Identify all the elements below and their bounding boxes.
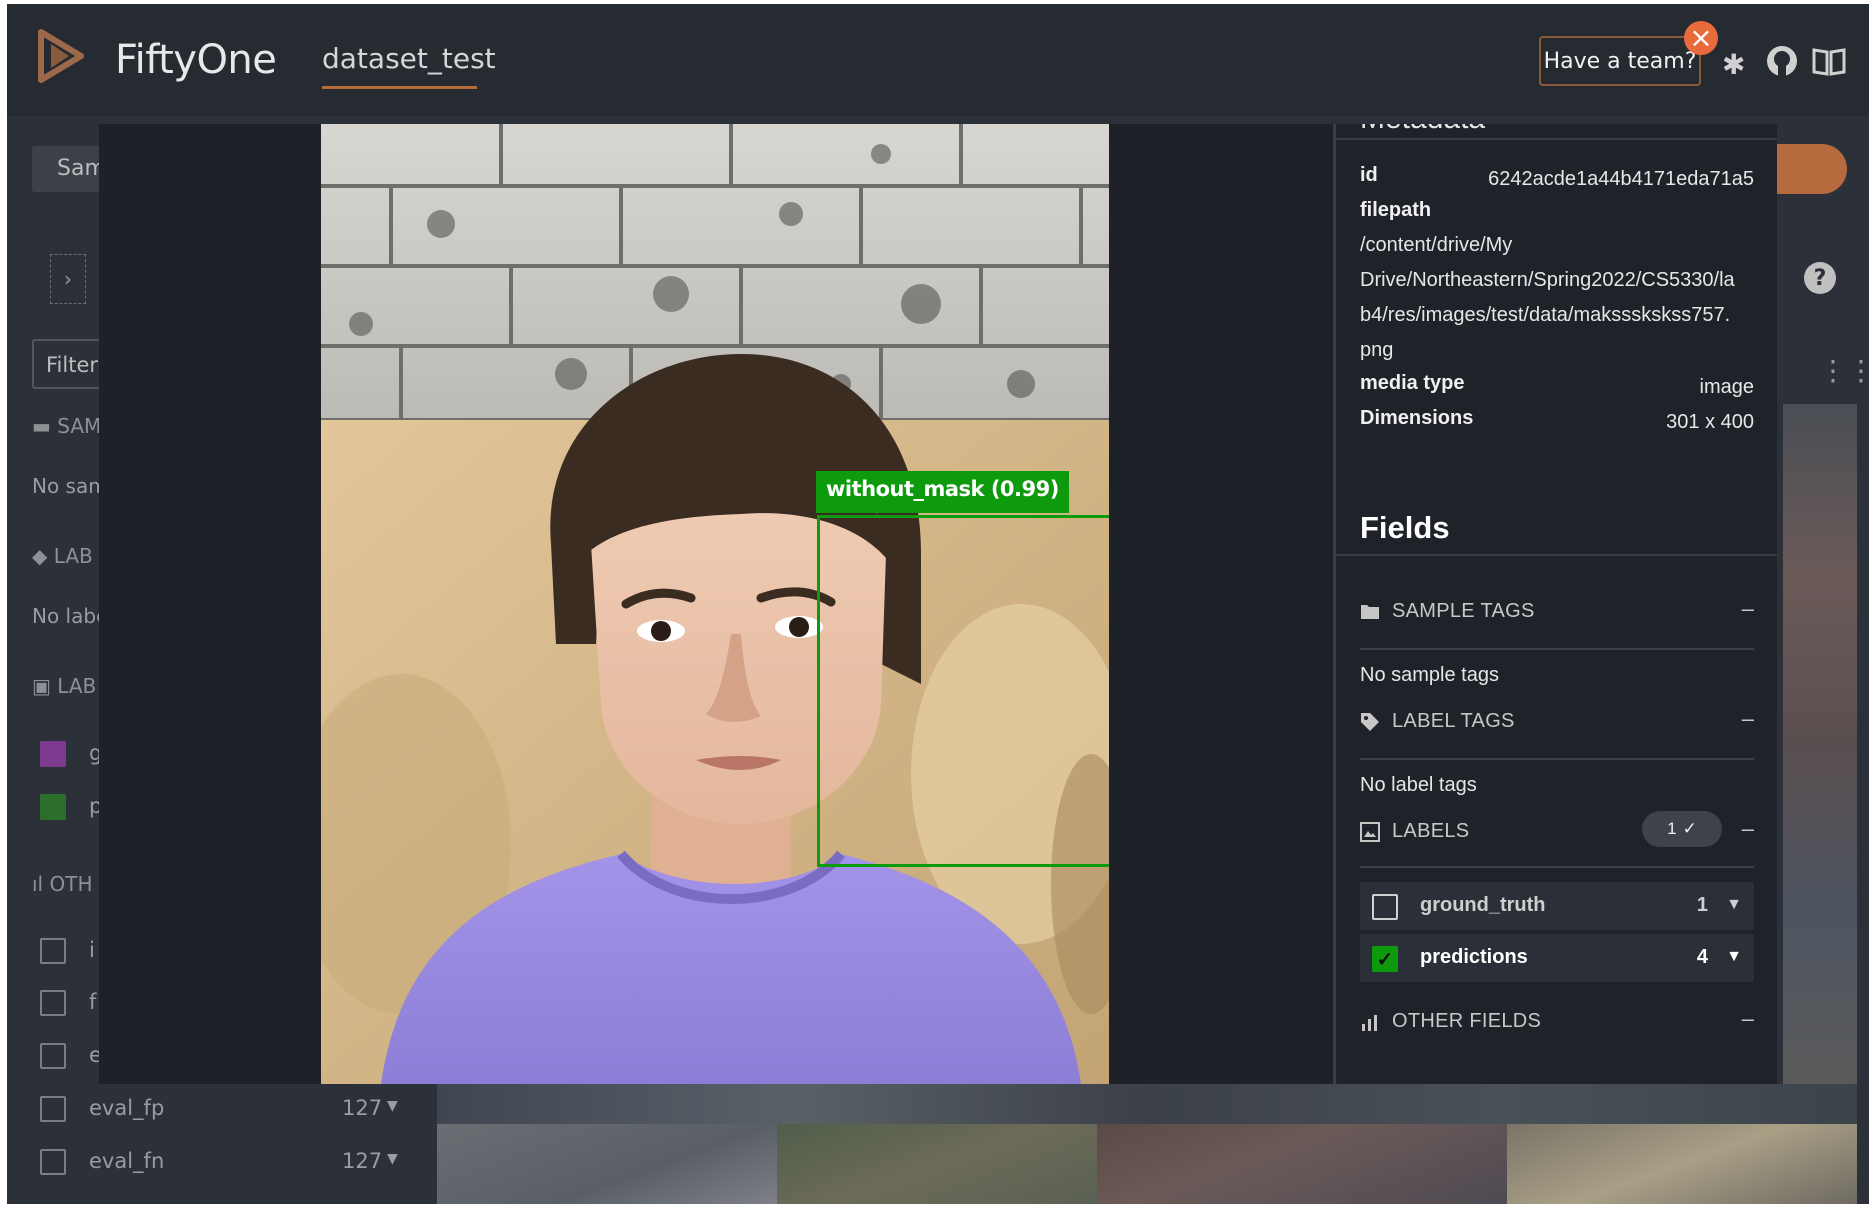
tag-icon <box>1360 712 1382 734</box>
sidebar-labels-head: ▣ LAB <box>32 674 97 698</box>
collapse-icon[interactable]: – <box>1742 816 1754 842</box>
filepath-line[interactable]: png <box>1360 339 1393 362</box>
metadata-key: id <box>1360 164 1378 186</box>
metadata-value[interactable]: image <box>1700 376 1754 399</box>
sidebar-field-label: eval_fp <box>89 1096 165 1120</box>
sidebar-label-tags-head: ◆ LAB <box>32 544 93 568</box>
other-fields-section-head[interactable]: OTHER FIELDS – <box>1360 1004 1754 1044</box>
metadata-key: media type <box>1360 372 1465 394</box>
chevron-down-icon[interactable]: ▼ <box>387 1151 398 1167</box>
sidebar-other-head: ıl OTH <box>32 872 93 896</box>
image-viewer[interactable]: without_mask (0.99) <box>99 124 1333 1084</box>
tag-folder-icon <box>1360 602 1382 624</box>
no-sample-tags-text: No sample tags <box>1360 664 1499 686</box>
thumbnail[interactable] <box>777 1124 1097 1204</box>
chevron-down-icon[interactable]: ▼ <box>1726 896 1742 914</box>
sidebar-no-sample-tags: No sam <box>32 474 108 498</box>
sidebar-field-label: f <box>89 990 97 1014</box>
label-field-count: 4 <box>1696 946 1708 968</box>
section-divider <box>1360 648 1754 650</box>
tag-folder-icon: ▬ <box>32 414 51 438</box>
divider <box>1336 138 1777 140</box>
labels-icon: ▣ <box>32 674 51 698</box>
label-field-row-ground-truth[interactable]: ground_truth 1 ▼ <box>1360 882 1754 930</box>
chevron-down-icon[interactable]: ▼ <box>1726 948 1742 966</box>
no-label-tags-text: No label tags <box>1360 774 1477 796</box>
label-field-name: ground_truth <box>1420 894 1546 916</box>
sidebar-toggle-chevron-icon[interactable]: › <box>50 254 86 304</box>
divider <box>1336 554 1777 556</box>
thumbnail[interactable] <box>437 1124 777 1204</box>
sample-tags-section-head[interactable]: SAMPLE TAGS – <box>1360 594 1754 634</box>
section-divider <box>1360 758 1754 760</box>
sidebar-field-label: eval_fn <box>89 1149 165 1173</box>
help-icon[interactable]: ? <box>1804 262 1836 294</box>
thumbnail[interactable] <box>1507 1124 1857 1204</box>
predictions-checkbox[interactable]: ✓ <box>1372 946 1398 972</box>
detection-label[interactable]: without_mask (0.99) <box>816 471 1069 513</box>
sidebar-ground-truth-checkbox[interactable] <box>40 741 66 767</box>
chevron-down-icon[interactable]: ▼ <box>387 1098 398 1114</box>
thumbnail-column[interactable] <box>1783 404 1857 1084</box>
dataset-name[interactable]: dataset_test <box>322 42 496 75</box>
fiftyone-logo-icon <box>38 29 84 83</box>
sample-image[interactable]: without_mask (0.99) <box>321 124 1109 1084</box>
filepath-line[interactable]: /content/drive/My <box>1360 234 1512 257</box>
close-icon[interactable]: × <box>1684 21 1718 55</box>
sample-modal: without_mask (0.99) Metadata id 6242acde… <box>99 124 1777 1084</box>
section-title: LABEL TAGS <box>1392 710 1515 732</box>
section-title: OTHER FIELDS <box>1392 1010 1542 1032</box>
dataset-underline <box>322 86 477 89</box>
bar-chart-icon: ıl <box>32 872 44 896</box>
filepath-line[interactable]: Drive/Northeastern/Spring2022/CS5330/la <box>1360 269 1735 292</box>
sidebar-field-count: 127 <box>342 1149 383 1173</box>
top-header: FiftyOne dataset_test Have a team? × ✱ <box>7 4 1869 116</box>
label-field-count: 1 <box>1696 894 1708 916</box>
detection-bounding-box[interactable] <box>817 515 1109 867</box>
sidebar-eval-fp-checkbox[interactable] <box>40 1096 66 1122</box>
labels-icon <box>1360 822 1382 844</box>
label-field-name: predictions <box>1420 946 1528 968</box>
sidebar-predictions-checkbox[interactable] <box>40 794 66 820</box>
sidebar-field-label: i <box>89 938 95 962</box>
section-title: LABELS <box>1392 820 1470 842</box>
filepath-line[interactable]: b4/res/images/test/data/makssskskss757. <box>1360 304 1730 327</box>
bar-chart-icon <box>1360 1012 1382 1034</box>
check-icon: ✓ <box>1682 819 1697 838</box>
labels-selected-count: 1 <box>1667 819 1677 838</box>
sidebar-field-checkbox[interactable] <box>40 990 66 1016</box>
slack-icon[interactable]: ✱ <box>1722 48 1745 81</box>
sidebar-no-label-tags: No labe <box>32 604 109 628</box>
thumbnail[interactable] <box>1097 1124 1507 1204</box>
metadata-value[interactable]: 301 x 400 <box>1666 411 1754 434</box>
metadata-key: filepath <box>1360 199 1432 221</box>
collapse-icon[interactable]: – <box>1742 1006 1754 1032</box>
labels-section-head[interactable]: LABELS 1 ✓ – <box>1360 811 1754 854</box>
sidebar-field-checkbox[interactable] <box>40 938 66 964</box>
sample-sidebar-panel[interactable]: Metadata id 6242acde1a44b4171eda71a5 fil… <box>1333 124 1777 1084</box>
tag-icon: ◆ <box>32 544 48 568</box>
section-divider <box>1360 866 1754 868</box>
brand-name[interactable]: FiftyOne <box>115 37 277 83</box>
sidebar-sample-tags-head: ▬ SAM <box>32 414 102 438</box>
ground-truth-checkbox[interactable] <box>1372 894 1398 920</box>
metadata-key: Dimensions <box>1360 407 1474 429</box>
labels-selected-pill[interactable]: 1 ✓ <box>1642 811 1722 847</box>
have-a-team-button[interactable]: Have a team? <box>1539 36 1701 86</box>
metadata-value[interactable]: 6242acde1a44b4171eda71a5 <box>1488 168 1754 191</box>
section-title: SAMPLE TAGS <box>1392 600 1535 622</box>
sidebar-field-checkbox[interactable] <box>40 1043 66 1069</box>
book-icon[interactable] <box>1812 46 1846 76</box>
collapse-icon[interactable]: – <box>1742 706 1754 732</box>
fields-title: Fields <box>1360 510 1450 545</box>
collapse-icon[interactable]: – <box>1742 596 1754 622</box>
sidebar-field-count: 127 <box>342 1096 383 1120</box>
sidebar-eval-fn-checkbox[interactable] <box>40 1149 66 1175</box>
thumbnail-strip[interactable] <box>437 1084 1857 1124</box>
label-field-row-predictions[interactable]: ✓ predictions 4 ▼ <box>1360 934 1754 982</box>
grid-icon[interactable]: ⋮⋮ <box>1819 354 1869 387</box>
label-tags-section-head[interactable]: LABEL TAGS – <box>1360 704 1754 744</box>
metadata-title: Metadata <box>1360 124 1485 136</box>
github-icon[interactable] <box>1765 44 1799 78</box>
